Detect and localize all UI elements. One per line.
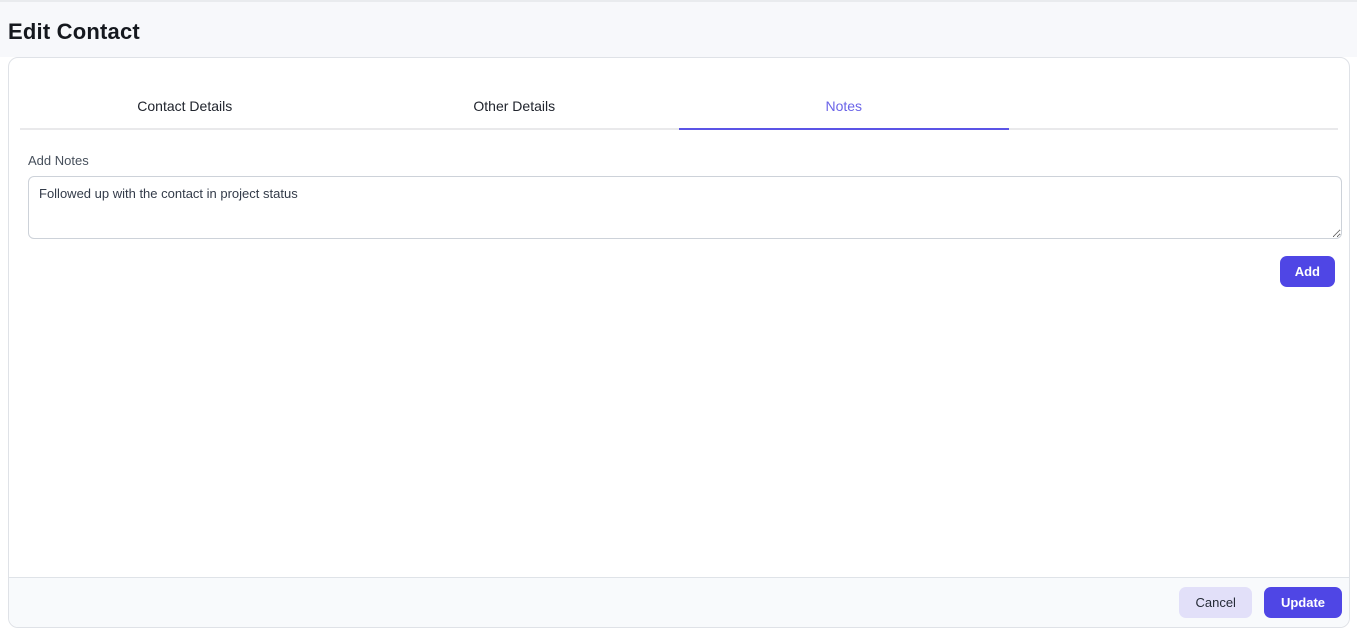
- add-button-row: Add: [28, 244, 1342, 287]
- notes-form: Add Notes Followed up with the contact i…: [9, 130, 1349, 287]
- cancel-button[interactable]: Cancel: [1179, 587, 1252, 618]
- page-title: Edit Contact: [8, 19, 140, 44]
- add-note-button[interactable]: Add: [1279, 256, 1335, 287]
- tab-other-details[interactable]: Other Details: [350, 58, 680, 128]
- tab-contact-details[interactable]: Contact Details: [20, 58, 350, 128]
- edit-contact-card: Contact Details Other Details Notes Add …: [8, 57, 1350, 628]
- page-header: Edit Contact: [0, 2, 1357, 57]
- add-notes-label: Add Notes: [28, 153, 89, 168]
- tab-notes[interactable]: Notes: [679, 58, 1009, 130]
- notes-textarea[interactable]: Followed up with the contact in project …: [28, 176, 1342, 239]
- update-button[interactable]: Update: [1263, 587, 1342, 618]
- card-footer: Cancel Update: [9, 577, 1349, 627]
- tab-spacer: [1009, 58, 1339, 128]
- tab-bar: Contact Details Other Details Notes: [20, 58, 1338, 130]
